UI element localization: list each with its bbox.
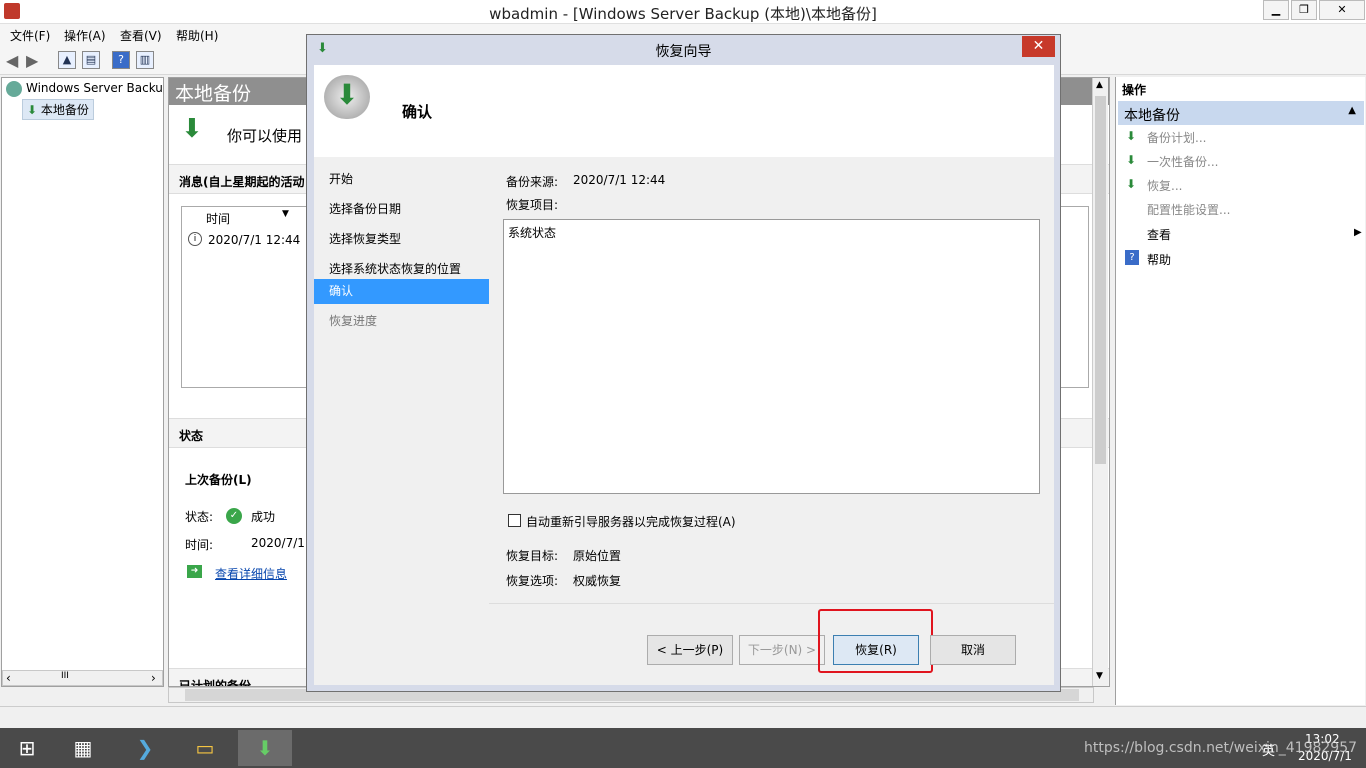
scroll-left-icon[interactable]: ‹ xyxy=(6,671,11,685)
console-tree: Windows Server Backup ⬇ 本地备份 ‹ III › xyxy=(1,77,164,687)
window-title: wbadmin - [Windows Server Backup (本地)\本地… xyxy=(489,5,877,23)
dialog-close-button[interactable]: ✕ xyxy=(1022,36,1055,57)
items-list[interactable]: 系统状态 xyxy=(503,219,1040,494)
close-window-button[interactable]: ✕ xyxy=(1319,0,1365,20)
actions-section-label: 本地备份 xyxy=(1124,108,1180,124)
scroll-thumb[interactable]: III xyxy=(61,671,69,681)
items-list-entry[interactable]: 系统状态 xyxy=(508,224,556,241)
tree-child-item[interactable]: ⬇ 本地备份 xyxy=(22,99,94,120)
nav-start[interactable]: 开始 xyxy=(314,165,489,190)
minimize-button[interactable]: ▁ xyxy=(1263,0,1289,20)
target-label: 恢复目标: xyxy=(506,549,559,563)
action-recover[interactable]: 恢复... xyxy=(1147,177,1182,194)
wbadmin-taskbar-icon[interactable]: ⬇ xyxy=(238,730,292,766)
time-label: 时间: xyxy=(185,538,214,552)
status-label: 状态: xyxy=(185,510,214,524)
wizard-page-title: 确认 xyxy=(402,103,433,121)
items-label: 恢复项目: xyxy=(506,198,559,212)
wsb-root-icon xyxy=(6,81,22,97)
last-backup-label: 上次备份(L) xyxy=(185,473,252,487)
actions-section[interactable]: 本地备份 ▲ xyxy=(1118,101,1364,125)
message-row-time[interactable]: 2020/7/1 12:44 xyxy=(208,233,300,247)
action-help-icon: ? xyxy=(1125,250,1139,265)
help-icon[interactable]: ? xyxy=(112,51,130,69)
submenu-arrow-icon: ▶ xyxy=(1354,227,1362,238)
details-arrow-icon: ➜ xyxy=(187,565,202,578)
scroll-down-icon[interactable]: ▼ xyxy=(1096,671,1103,681)
reboot-checkbox-label[interactable]: 自动重新引导服务器以完成恢复过程(A) xyxy=(526,513,736,530)
tree-child-label: 本地备份 xyxy=(40,103,89,117)
show-tree-icon[interactable]: ▤ xyxy=(82,51,100,69)
nav-select-type[interactable]: 选择恢复类型 xyxy=(314,225,489,250)
v-scroll-thumb[interactable] xyxy=(1095,96,1106,464)
source-label: 备份来源: xyxy=(506,175,559,189)
menu-action[interactable]: 操作(A) xyxy=(64,27,106,44)
menu-help[interactable]: 帮助(H) xyxy=(176,27,218,44)
source-value: 2020/7/1 12:44 xyxy=(573,173,666,187)
forward-icon[interactable]: ▶ xyxy=(26,51,38,70)
info-icon: i xyxy=(188,232,202,246)
cancel-button[interactable]: 取消 xyxy=(930,635,1016,665)
wizard-nav: 开始 选择备份日期 选择恢复类型 选择系统状态恢复的位置 确认 恢复进度 xyxy=(314,157,489,685)
options-value: 权威恢复 xyxy=(573,574,622,588)
nav-progress: 恢复进度 xyxy=(329,314,378,328)
taskbar: ⊞ ▦ ❯ ▭ ⬇ 英 13:02 2020/7/1 https://blog.… xyxy=(0,728,1366,768)
menu-view[interactable]: 查看(V) xyxy=(120,27,162,44)
start-windows-icon[interactable]: ⊞ xyxy=(0,730,54,766)
time-value: 2020/7/1 xyxy=(251,536,305,550)
nav-select-location[interactable]: 选择系统状态恢复的位置 xyxy=(314,255,489,280)
next-button: 下一步(N) > xyxy=(739,635,825,665)
wizard-header-icon: ⬇ xyxy=(324,75,370,119)
back-button[interactable]: < 上一步(P) xyxy=(647,635,733,665)
restore-wizard-dialog: 恢复向导 ⬇ ✕ ⬇ 确认 开始 选择备份日期 选择恢复类型 选择系统状态恢复的… xyxy=(306,34,1061,692)
action-backup-schedule[interactable]: 备份计划... xyxy=(1147,129,1206,146)
center-v-scrollbar[interactable]: ▲ ▼ xyxy=(1092,78,1108,686)
title-bar: wbadmin - [Windows Server Backup (本地)\本地… xyxy=(0,0,1366,24)
show-action-pane-icon[interactable]: ▥ xyxy=(136,51,154,69)
status-bar xyxy=(0,706,1366,728)
nav-confirm[interactable]: 确认 xyxy=(314,279,489,304)
file-explorer-icon[interactable]: ▭ xyxy=(178,730,232,766)
target-value: 原始位置 xyxy=(573,549,622,563)
action-pane: 操作 本地备份 ▲ ⬇ 备份计划... ⬇ 一次性备份... ⬇ 恢复... 配… xyxy=(1115,77,1365,705)
status-value: 成功 xyxy=(251,510,276,524)
action-onetime-backup[interactable]: 一次性备份... xyxy=(1147,153,1218,170)
server-manager-icon[interactable]: ▦ xyxy=(56,730,110,766)
scroll-up-icon[interactable]: ▲ xyxy=(1096,80,1103,90)
dialog-body: ⬇ 确认 开始 选择备份日期 选择恢复类型 选择系统状态恢复的位置 确认 恢复进… xyxy=(314,65,1054,685)
options-label: 恢复选项: xyxy=(506,574,559,588)
recover-highlight-box xyxy=(818,609,933,673)
action-perf-settings[interactable]: 配置性能设置... xyxy=(1147,201,1230,218)
view-details-link[interactable]: 查看详细信息 xyxy=(215,565,287,582)
success-icon: ✓ xyxy=(226,508,242,524)
up-folder-icon[interactable]: ▲ xyxy=(58,51,76,69)
recover-icon: ⬇ xyxy=(1126,177,1137,191)
dialog-app-icon: ⬇ xyxy=(317,41,328,56)
action-view[interactable]: 查看 xyxy=(1147,226,1171,243)
action-help[interactable]: 帮助 xyxy=(1147,251,1171,268)
reboot-checkbox[interactable] xyxy=(508,514,521,527)
button-divider xyxy=(489,603,1054,604)
dialog-title: 恢复向导 xyxy=(655,44,712,60)
backup-large-icon: ⬇ xyxy=(181,114,203,144)
collapse-icon[interactable]: ▲ xyxy=(1348,105,1356,116)
tree-h-scrollbar[interactable]: ‹ III › xyxy=(2,670,163,686)
intro-text: 你可以使用 xyxy=(227,127,303,145)
restore-button[interactable]: ❐ xyxy=(1291,0,1317,20)
backup-icon: ⬇ xyxy=(27,103,38,117)
sort-down-icon: ▼ xyxy=(282,209,289,219)
nav-select-date[interactable]: 选择备份日期 xyxy=(314,195,489,220)
powershell-icon[interactable]: ❯ xyxy=(118,730,172,766)
back-icon[interactable]: ◀ xyxy=(6,51,18,70)
tree-root-item[interactable]: Windows Server Backup xyxy=(26,81,164,95)
watermark-text: https://blog.csdn.net/weixin_41982957 xyxy=(1084,740,1358,756)
scroll-right-icon[interactable]: › xyxy=(151,671,156,685)
schedule-icon: ⬇ xyxy=(1126,129,1137,143)
actions-header: 操作 xyxy=(1122,83,1147,97)
onetime-icon: ⬇ xyxy=(1126,153,1137,167)
wizard-content: 备份来源: 2020/7/1 12:44 恢复项目: 系统状态 自动重新引导服务… xyxy=(489,157,1054,685)
menu-file[interactable]: 文件(F) xyxy=(10,27,50,44)
col-time[interactable]: 时间 xyxy=(206,210,230,227)
